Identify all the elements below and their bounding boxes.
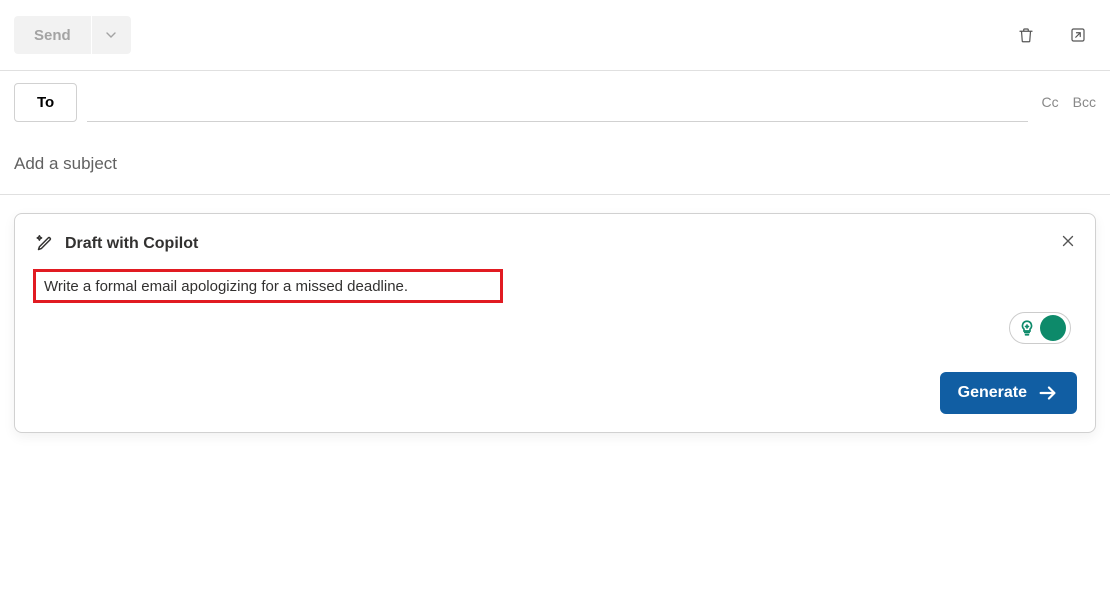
close-icon bbox=[1059, 232, 1077, 250]
chevron-down-icon bbox=[105, 29, 117, 41]
compose-toolbar: Send bbox=[0, 0, 1110, 71]
send-button[interactable]: Send bbox=[14, 16, 91, 54]
subject-input[interactable] bbox=[14, 154, 1096, 174]
send-options-dropdown[interactable] bbox=[91, 16, 131, 54]
copilot-prompt-text: Write a formal email apologizing for a m… bbox=[44, 278, 408, 295]
copilot-avatar-icon bbox=[1040, 315, 1066, 341]
subject-row bbox=[0, 133, 1110, 195]
copilot-badge-group[interactable] bbox=[1009, 312, 1071, 344]
copilot-prompt-input[interactable]: Write a formal email apologizing for a m… bbox=[33, 269, 503, 303]
bcc-button[interactable]: Bcc bbox=[1073, 94, 1096, 110]
copilot-panel-title: Draft with Copilot bbox=[65, 235, 198, 253]
copilot-header: Draft with Copilot bbox=[33, 232, 1077, 255]
generate-button[interactable]: Generate bbox=[940, 372, 1077, 414]
recipient-row: To Cc Bcc bbox=[0, 71, 1110, 133]
to-button[interactable]: To bbox=[14, 83, 77, 122]
copilot-badge-pill bbox=[1009, 312, 1071, 344]
to-input[interactable] bbox=[87, 82, 1027, 122]
discard-button[interactable] bbox=[1008, 17, 1044, 53]
lightbulb-plus-icon bbox=[1018, 319, 1036, 337]
cc-button[interactable]: Cc bbox=[1042, 94, 1059, 110]
generate-button-label: Generate bbox=[958, 384, 1027, 402]
popout-button[interactable] bbox=[1060, 17, 1096, 53]
trash-icon bbox=[1017, 26, 1035, 44]
arrow-right-icon bbox=[1037, 382, 1059, 404]
popout-icon bbox=[1069, 26, 1087, 44]
copilot-footer: Generate bbox=[33, 372, 1077, 414]
send-button-group: Send bbox=[14, 16, 131, 54]
sparkle-pen-icon bbox=[33, 233, 55, 255]
copilot-draft-panel: Draft with Copilot Write a formal email … bbox=[14, 213, 1096, 433]
copilot-close-button[interactable] bbox=[1059, 232, 1077, 255]
